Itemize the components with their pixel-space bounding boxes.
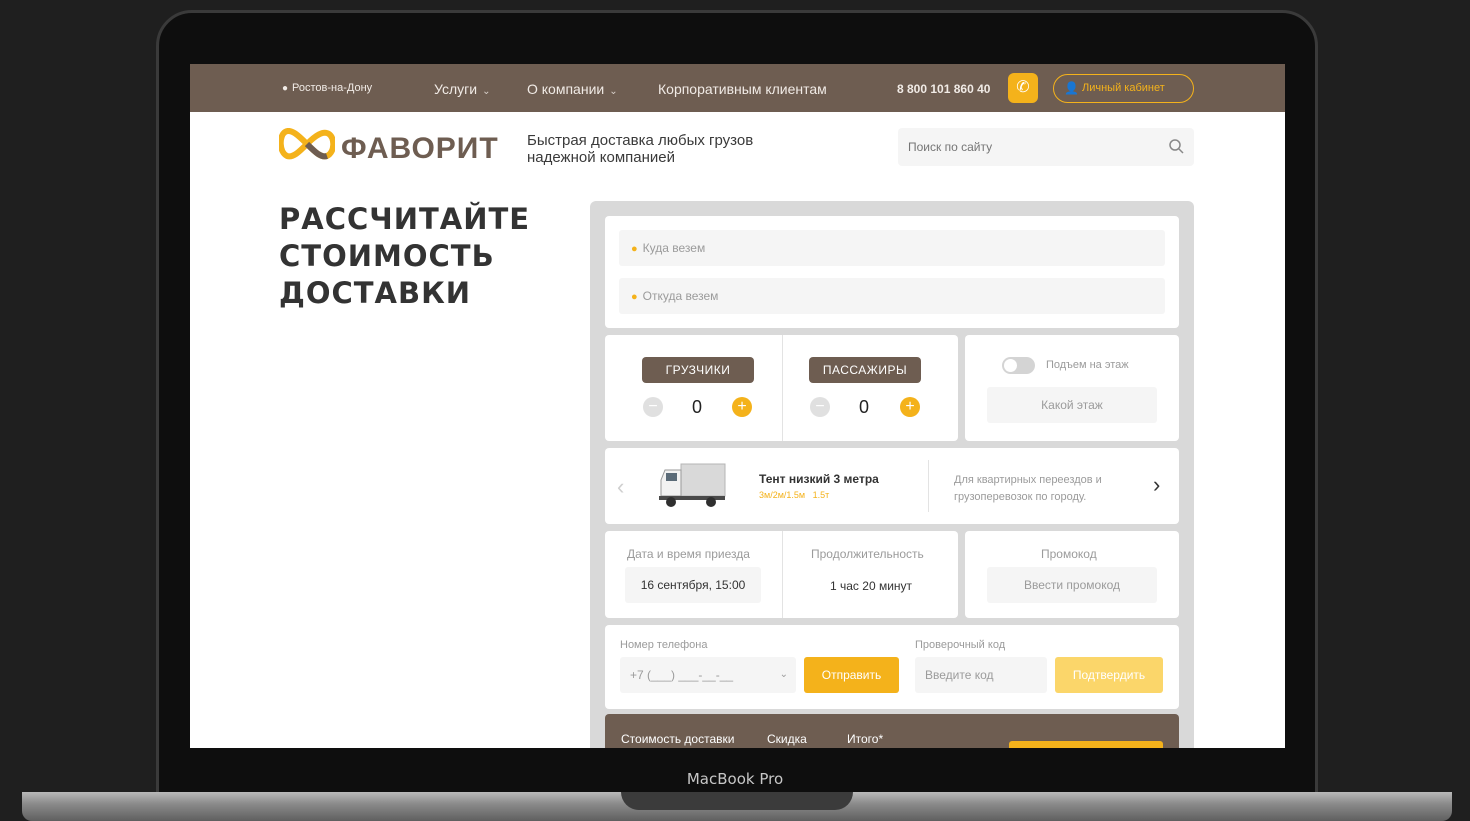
nav-services[interactable]: Услуги ⌄ — [434, 81, 490, 97]
duration-label: Продолжительность — [811, 547, 924, 561]
location-pin-icon: ● — [631, 291, 638, 303]
logo-icon — [279, 128, 335, 160]
truck-icon — [659, 463, 726, 507]
duration-value[interactable]: 1 час 20 минут — [830, 579, 912, 593]
vehicle-card: ‹ Тент низкий 3 метра 3м/2м/1.5м 1.5т Дл… — [605, 448, 1179, 524]
floor-toggle[interactable] — [1002, 357, 1035, 374]
chevron-down-icon: ⌄ — [609, 86, 618, 97]
cost-label: Стоимость доставки — [621, 732, 735, 746]
summary-bar: Стоимость доставки Скидка Итого* — [605, 714, 1179, 748]
brand-name[interactable]: ФАВОРИТ — [341, 132, 499, 166]
chevron-down-icon: ⌄ — [482, 86, 491, 97]
order-button[interactable] — [1009, 741, 1163, 748]
floor-toggle-label: Подъем на этаж — [1046, 359, 1129, 371]
floor-input[interactable]: Какой этаж — [987, 387, 1157, 423]
vehicle-specs: 3м/2м/1.5м 1.5т — [759, 490, 830, 500]
call-button[interactable]: ✆ — [1008, 73, 1038, 103]
laptop-notch — [621, 792, 853, 810]
phone-number[interactable]: 8 800 101 860 40 — [897, 82, 990, 96]
movers-label: ГРУЗЧИКИ — [642, 357, 754, 383]
route-card: ● Куда везем ● Откуда везем — [605, 216, 1179, 328]
movers-plus-button[interactable]: + — [732, 397, 752, 417]
location-pin-icon: ● — [282, 83, 289, 94]
search-icon[interactable] — [1168, 138, 1184, 154]
search-input[interactable] — [898, 128, 1148, 166]
divider — [782, 531, 783, 618]
date-field[interactable]: 16 сентября, 15:00 — [625, 567, 761, 603]
confirm-code-button[interactable]: Подтвердить — [1055, 657, 1163, 693]
chevron-down-icon[interactable]: ⌄ — [780, 657, 788, 693]
code-label: Проверочный код — [915, 639, 1006, 651]
passengers-minus-button[interactable]: − — [810, 397, 830, 417]
destination-field[interactable]: ● Куда везем — [619, 230, 1165, 266]
origin-field[interactable]: ● Откуда везем — [619, 278, 1165, 314]
city-label: Ростов-на-Дону — [292, 82, 373, 94]
nav-about[interactable]: О компании ⌄ — [527, 81, 618, 97]
code-input[interactable]: Введите код — [915, 657, 1047, 693]
phone-verification-card: Номер телефона +7 (___) ___-__-__ ⌄ Отпра… — [605, 625, 1179, 709]
passengers-plus-button[interactable]: + — [900, 397, 920, 417]
total-label: Итого* — [847, 732, 884, 746]
browser-screen: ● Ростов-на-Дону Услуги ⌄ О компании ⌄ Корп… — [190, 64, 1285, 748]
phone-input[interactable]: +7 (___) ___-__-__ ⌄ — [620, 657, 796, 693]
device-label: MacBook Pro — [686, 770, 784, 788]
top-bar: ● Ростов-на-Дону Услуги ⌄ О компании ⌄ Корп… — [190, 64, 1285, 112]
chevron-right-icon[interactable]: › — [1153, 472, 1160, 498]
city-selector[interactable]: ● Ростов-на-Дону — [282, 82, 372, 94]
user-icon: 👤 — [1064, 81, 1079, 95]
chevron-left-icon[interactable]: ‹ — [617, 474, 624, 500]
crew-card: ГРУЗЧИКИ − 0 + ПАССАЖИРЫ − 0 + — [605, 335, 958, 441]
movers-count: 0 — [692, 397, 703, 417]
calculator-panel: ● Куда везем ● Откуда везем ГРУЗЧИКИ − 0 +… — [590, 201, 1194, 748]
phone-icon: ✆ — [1016, 79, 1030, 96]
phone-label: Номер телефона — [620, 639, 708, 651]
movers-minus-button[interactable]: − — [643, 397, 663, 417]
passengers-label: ПАССАЖИРЫ — [809, 357, 921, 383]
date-label: Дата и время приезда — [627, 547, 750, 561]
divider — [782, 335, 783, 441]
passengers-count: 0 — [859, 397, 870, 417]
floor-card: Подъем на этаж Какой этаж — [965, 335, 1179, 441]
vehicle-description: Для квартирных переездов и грузоперевозо… — [954, 474, 1102, 503]
cabinet-label: Личный кабинет — [1082, 82, 1165, 94]
promo-card: Промокод Ввести промокод — [965, 531, 1179, 618]
hero-title: РАССЧИТАЙТЕ СТОИМОСТЬ ДОСТАВКИ — [279, 202, 531, 310]
nav-corporate[interactable]: Корпоративным клиентам — [658, 81, 827, 97]
discount-label: Скидка — [767, 732, 807, 746]
schedule-card: Дата и время приезда 16 сентября, 15:00 … — [605, 531, 958, 618]
promo-label: Промокод — [1041, 547, 1097, 561]
location-pin-icon: ● — [631, 243, 638, 255]
send-code-button[interactable]: Отправить — [804, 657, 899, 693]
promo-input[interactable]: Ввести промокод — [987, 567, 1157, 603]
tagline: Быстрая доставка любых грузов надежной к… — [527, 132, 754, 166]
site-search — [898, 128, 1194, 166]
divider — [928, 460, 929, 512]
vehicle-name: Тент низкий 3 метра — [759, 472, 879, 486]
personal-cabinet-button[interactable]: 👤 Личный кабинет — [1053, 74, 1194, 103]
